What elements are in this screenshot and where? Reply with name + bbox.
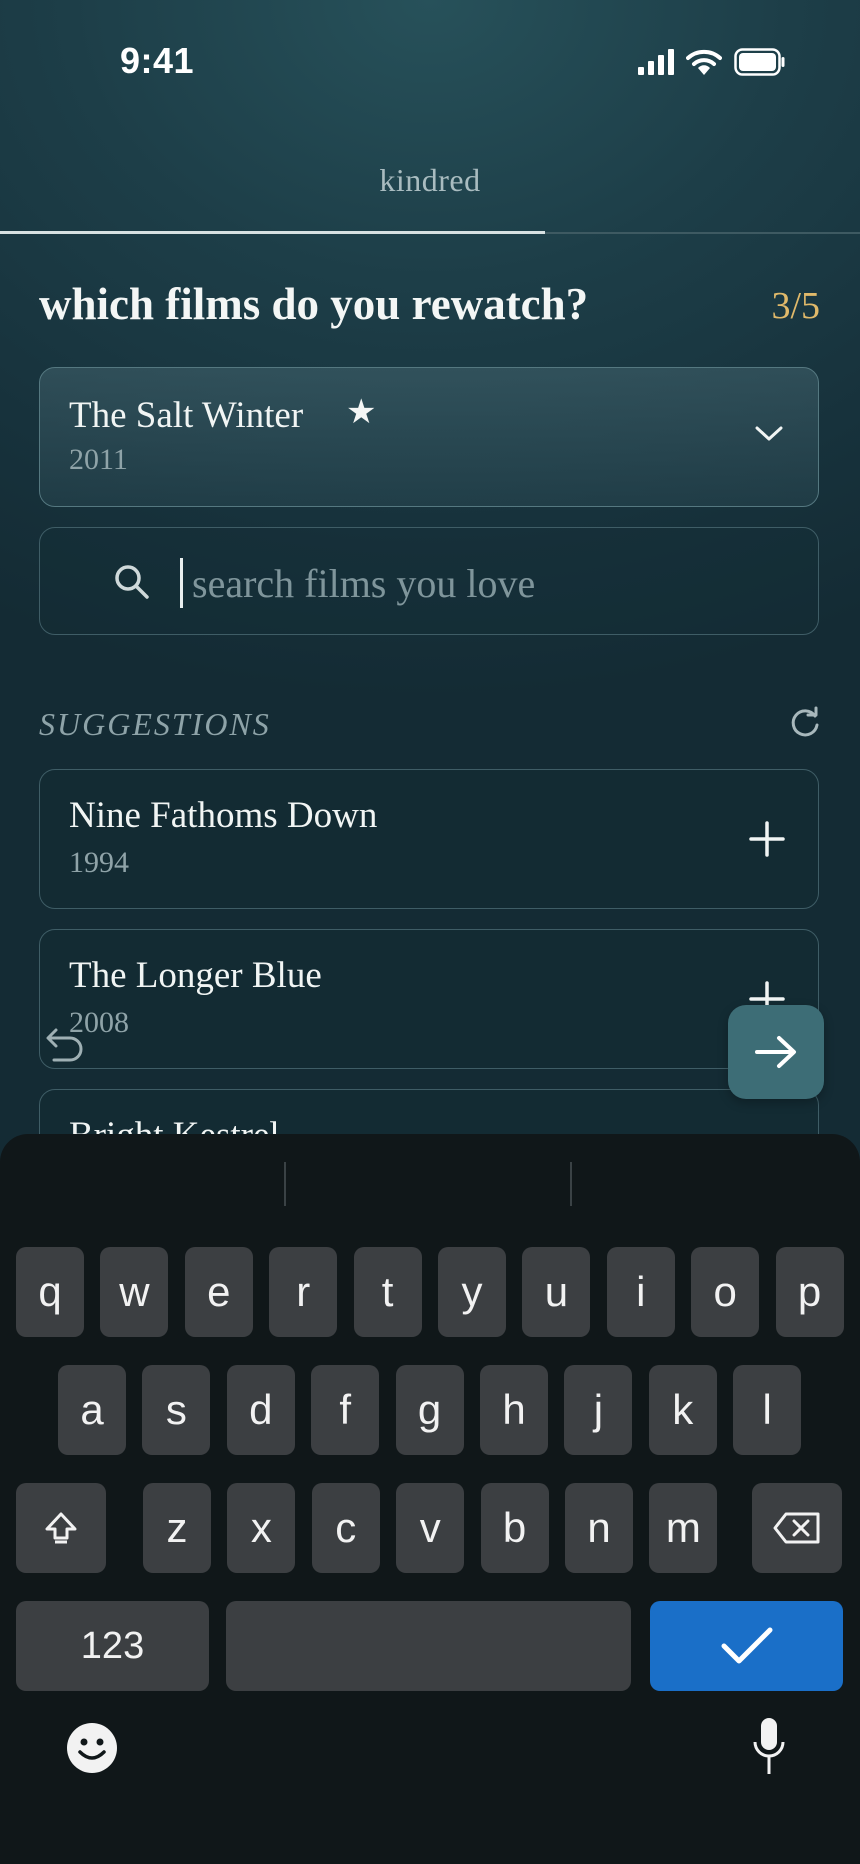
- arrow-right-icon: [755, 1036, 796, 1068]
- suggestion-card[interactable]: The Longer Blue 2008: [39, 929, 819, 1069]
- key-o[interactable]: o: [691, 1247, 760, 1337]
- shift-key[interactable]: [16, 1483, 106, 1573]
- space-key[interactable]: [226, 1601, 631, 1691]
- undo-icon[interactable]: [44, 1024, 86, 1066]
- key-c[interactable]: c: [311, 1483, 380, 1573]
- status-time: 9:41: [120, 40, 195, 81]
- key-k[interactable]: k: [648, 1365, 717, 1455]
- refresh-icon[interactable]: [788, 706, 822, 740]
- app-brand: kindred: [379, 162, 481, 198]
- plus-icon[interactable]: [746, 818, 788, 860]
- question-title: which films do you rewatch?: [39, 279, 589, 329]
- done-key[interactable]: [650, 1601, 843, 1691]
- mic-icon[interactable]: [752, 1716, 786, 1778]
- search-box[interactable]: [39, 527, 819, 635]
- selected-film-title: The Salt Winter: [69, 395, 304, 436]
- key-i[interactable]: i: [606, 1247, 675, 1337]
- selected-film-year: 2011: [69, 443, 128, 476]
- key-h[interactable]: h: [480, 1365, 548, 1455]
- key-w[interactable]: w: [100, 1247, 169, 1337]
- numbers-key[interactable]: 123: [16, 1601, 209, 1691]
- key-e[interactable]: e: [184, 1247, 253, 1337]
- suggestion-divider: [284, 1162, 286, 1206]
- key-n[interactable]: n: [565, 1483, 633, 1573]
- text-caret: [180, 558, 183, 608]
- key-l[interactable]: l: [733, 1365, 802, 1455]
- key-u[interactable]: u: [522, 1247, 591, 1337]
- backspace-key[interactable]: [752, 1483, 842, 1573]
- key-j[interactable]: j: [564, 1365, 633, 1455]
- key-t[interactable]: t: [353, 1247, 422, 1337]
- emoji-icon[interactable]: [66, 1722, 118, 1774]
- key-f[interactable]: f: [311, 1365, 380, 1455]
- key-z[interactable]: z: [143, 1483, 211, 1573]
- key-r[interactable]: r: [269, 1247, 338, 1337]
- key-q[interactable]: q: [16, 1247, 84, 1337]
- check-icon: [721, 1627, 772, 1664]
- wifi-icon: [686, 49, 722, 75]
- signal-icon: [638, 49, 674, 75]
- progress-fill: [0, 231, 546, 234]
- suggestion-divider: [570, 1162, 572, 1206]
- key-d[interactable]: d: [226, 1365, 295, 1455]
- suggestions-heading: SUGGESTIONS: [39, 706, 271, 742]
- status-bar: 9:41: [0, 0, 860, 130]
- star-icon: ★: [346, 392, 377, 432]
- search-icon: [115, 565, 149, 599]
- key-b[interactable]: b: [480, 1483, 549, 1573]
- backspace-icon: [773, 1512, 820, 1544]
- key-p[interactable]: p: [775, 1247, 844, 1337]
- key-v[interactable]: v: [396, 1483, 465, 1573]
- key-g[interactable]: g: [395, 1365, 464, 1455]
- chevron-down-icon[interactable]: [754, 424, 784, 444]
- key-a[interactable]: a: [58, 1365, 126, 1455]
- status-icons: [638, 48, 786, 76]
- selected-film-card[interactable]: The Salt Winter ★ 2011: [39, 367, 819, 507]
- suggestion-title: The Longer Blue: [69, 955, 322, 996]
- key-y[interactable]: y: [438, 1247, 506, 1337]
- key-s[interactable]: s: [142, 1365, 211, 1455]
- suggestion-title: Nine Fathoms Down: [69, 795, 378, 836]
- key-x[interactable]: x: [227, 1483, 296, 1573]
- step-counter: 3/5: [771, 285, 820, 327]
- next-button[interactable]: [728, 1005, 824, 1099]
- suggestion-card[interactable]: Nine Fathoms Down 1994: [39, 769, 819, 909]
- search-input[interactable]: [190, 552, 774, 614]
- key-m[interactable]: m: [649, 1483, 718, 1573]
- battery-icon: [734, 48, 785, 76]
- shift-icon: [45, 1512, 77, 1544]
- suggestion-year: 1994: [69, 846, 129, 879]
